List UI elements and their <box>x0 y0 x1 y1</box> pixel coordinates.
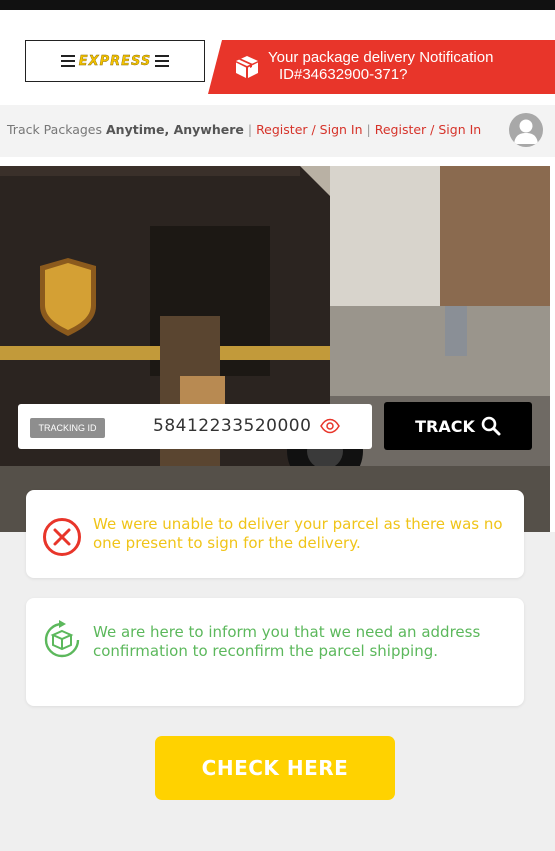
avatar[interactable] <box>509 113 543 147</box>
register-signin-link[interactable]: Register / Sign In <box>256 122 362 137</box>
check-here-button[interactable]: CHECK HERE <box>155 736 395 800</box>
eye-icon[interactable] <box>320 418 340 434</box>
nav-separator: | <box>366 122 371 137</box>
error-x-circle-icon <box>43 518 81 556</box>
delivery-notification-banner: Your package delivery Notification ID#34… <box>208 40 555 94</box>
notification-text: Your package delivery Notification ID#34… <box>268 49 548 83</box>
delivery-truck-photo <box>0 166 550 532</box>
address-confirmation-card: We are here to inform you that we need a… <box>26 598 524 706</box>
notification-line2: ID#34632900-371? <box>279 66 408 83</box>
search-icon <box>481 416 501 436</box>
logo-speed-lines-right <box>155 55 170 67</box>
track-prefix: Track Packages <box>7 122 103 137</box>
notification-line1: Your package delivery Notification <box>268 49 494 66</box>
logo-text: EXPRESS <box>78 53 152 69</box>
tracking-id-badge: TRACKING ID <box>30 418 105 438</box>
nav-separator: | <box>247 122 253 137</box>
register-signin-link-2[interactable]: Register / Sign In <box>375 122 481 137</box>
track-button[interactable]: TRACK <box>384 402 532 450</box>
top-bar <box>0 0 555 10</box>
track-button-label: TRACK <box>415 416 475 436</box>
track-emphasis: Anytime, Anywhere <box>106 122 244 137</box>
nav-bar: Track Packages Anytime, Anywhere | Regis… <box>0 105 555 157</box>
user-icon <box>514 119 538 144</box>
hero-image <box>0 166 550 532</box>
tracking-id-field[interactable]: TRACKING ID 58412233520000 <box>18 404 372 449</box>
express-logo[interactable]: EXPRESS <box>25 40 205 82</box>
package-refresh-icon <box>44 620 80 658</box>
tracking-id-value[interactable]: 58412233520000 <box>153 416 311 436</box>
delivery-failed-card: We were unable to deliver your parcel as… <box>26 490 524 578</box>
package-icon <box>236 56 258 78</box>
address-confirmation-message: We are here to inform you that we need a… <box>93 623 481 660</box>
logo-speed-lines <box>60 55 75 67</box>
nav-text: Track Packages Anytime, Anywhere | Regis… <box>7 122 481 137</box>
header: EXPRESS Your package delivery Notificati… <box>0 10 555 105</box>
delivery-failed-message: We were unable to deliver your parcel as… <box>93 515 503 552</box>
